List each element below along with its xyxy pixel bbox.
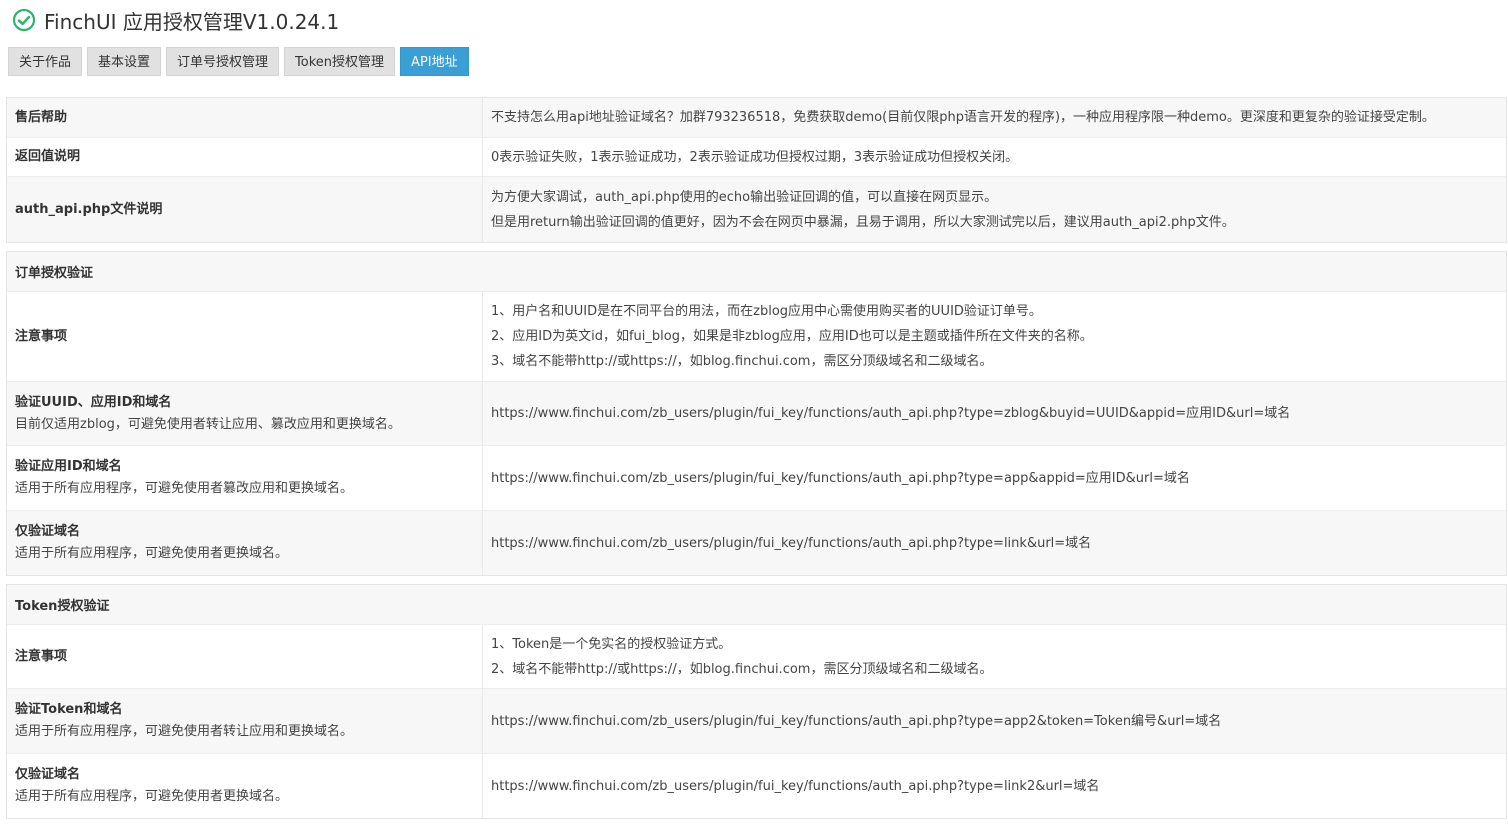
table-row: 售后帮助 不支持怎么用api地址验证域名？加群793236518，免费获取dem… xyxy=(7,98,1506,138)
table-row: 仅验证域名 适用于所有应用程序，可避免使用者更换域名。 https://www.… xyxy=(7,511,1506,575)
verify-uuid-label: 验证UUID、应用ID和域名 xyxy=(15,394,172,410)
tab-basic-settings[interactable]: 基本设置 xyxy=(87,47,162,76)
check-circle-icon xyxy=(12,8,36,32)
token-verify-domain-url[interactable]: https://www.finchui.com/zb_users/plugin/… xyxy=(491,774,1498,799)
token-verify-domain-label: 仅验证域名 xyxy=(15,767,81,782)
token-verify-domain-desc: 适用于所有应用程序，可避免使用者更换域名。 xyxy=(15,789,289,804)
auth-api-file-label: auth_api.php文件说明 xyxy=(15,201,163,217)
table-row: 仅验证域名 适用于所有应用程序，可避免使用者更换域名。 https://www.… xyxy=(7,754,1506,818)
verify-domain-label: 仅验证域名 xyxy=(15,524,81,539)
table-row: 注意事项 1、用户名和UUID是在不同平台的用法，而在zblog应用中心需使用购… xyxy=(7,292,1506,382)
page-header: FinchUI 应用授权管理V1.0.24.1 xyxy=(0,0,1508,40)
order-auth-table: 订单授权验证 注意事项 1、用户名和UUID是在不同平台的用法，而在zblog应… xyxy=(6,251,1507,576)
verify-app-url[interactable]: https://www.finchui.com/zb_users/plugin/… xyxy=(491,466,1498,491)
after-sales-label: 售后帮助 xyxy=(15,109,68,125)
token-auth-table: Token授权验证 注意事项 1、Token是一个免实名的授权验证方式。 2、域… xyxy=(6,584,1507,819)
tab-order-auth[interactable]: 订单号授权管理 xyxy=(166,47,280,76)
order-note-line: 1、用户名和UUID是在不同平台的用法，而在zblog应用中心需使用购买者的UU… xyxy=(491,304,1042,319)
table-row: 验证UUID、应用ID和域名 目前仅适用zblog，可避免使用者转让应用、篡改应… xyxy=(7,382,1506,446)
return-value-label: 返回值说明 xyxy=(15,149,81,164)
verify-uuid-url[interactable]: https://www.finchui.com/zb_users/plugin/… xyxy=(491,401,1498,426)
token-note-line: 2、域名不能带http://或https://，如blog.finchui.co… xyxy=(491,661,993,677)
tab-bar: 关于作品 基本设置 订单号授权管理 Token授权管理 API地址 xyxy=(0,47,1508,76)
order-auth-heading: 订单授权验证 xyxy=(7,252,1506,292)
verify-token-url[interactable]: https://www.finchui.com/zb_users/plugin/… xyxy=(491,709,1498,734)
verify-app-desc: 适用于所有应用程序，可避免使用者篡改应用和更换域名。 xyxy=(15,481,354,496)
table-row: 验证应用ID和域名 适用于所有应用程序，可避免使用者篡改应用和更换域名。 htt… xyxy=(7,446,1506,511)
info-table: 售后帮助 不支持怎么用api地址验证域名？加群793236518，免费获取dem… xyxy=(6,97,1507,243)
verify-uuid-desc: 目前仅适用zblog，可避免使用者转让应用、篡改应用和更换域名。 xyxy=(15,416,401,432)
verify-app-label: 验证应用ID和域名 xyxy=(15,459,122,474)
return-value-text: 0表示验证失败，1表示验证成功，2表示验证成功但授权过期，3表示验证成功但授权关… xyxy=(491,149,1019,165)
after-sales-text: 不支持怎么用api地址验证域名？加群793236518，免费获取demo(目前仅… xyxy=(491,110,1435,125)
token-auth-heading: Token授权验证 xyxy=(7,585,1506,625)
page-title: FinchUI 应用授权管理V1.0.24.1 xyxy=(44,9,340,34)
table-row: 注意事项 1、Token是一个免实名的授权验证方式。 2、域名不能带http:/… xyxy=(7,625,1506,689)
auth-api-file-line: 但是用return输出验证回调的值更好，因为不会在网页中暴漏，且易于调用，所以大… xyxy=(491,214,1235,230)
table-row: auth_api.php文件说明 为方便大家调试，auth_api.php使用的… xyxy=(7,177,1506,242)
verify-token-desc: 适用于所有应用程序，可避免使用者转让应用和更换域名。 xyxy=(15,724,354,739)
tab-about[interactable]: 关于作品 xyxy=(8,47,83,76)
table-row: 返回值说明 0表示验证失败，1表示验证成功，2表示验证成功但授权过期，3表示验证… xyxy=(7,138,1506,177)
verify-domain-desc: 适用于所有应用程序，可避免使用者更换域名。 xyxy=(15,546,289,561)
tab-api-address[interactable]: API地址 xyxy=(400,47,469,76)
order-notes-label: 注意事项 xyxy=(15,328,68,344)
table-row: 验证Token和域名 适用于所有应用程序，可避免使用者转让应用和更换域名。 ht… xyxy=(7,689,1506,754)
token-note-line: 1、Token是一个免实名的授权验证方式。 xyxy=(491,636,732,652)
tab-token-auth[interactable]: Token授权管理 xyxy=(284,47,396,76)
verify-domain-url[interactable]: https://www.finchui.com/zb_users/plugin/… xyxy=(491,531,1498,556)
token-notes-label: 注意事项 xyxy=(15,648,68,664)
order-note-line: 2、应用ID为英文id，如fui_blog，如果是非zblog应用，应用ID也可… xyxy=(491,329,1093,344)
auth-api-file-line: 为方便大家调试，auth_api.php使用的echo输出验证回调的值，可以直接… xyxy=(491,189,998,205)
order-note-line: 3、域名不能带http://或https://，如blog.finchui.co… xyxy=(491,354,993,369)
verify-token-label: 验证Token和域名 xyxy=(15,702,123,717)
